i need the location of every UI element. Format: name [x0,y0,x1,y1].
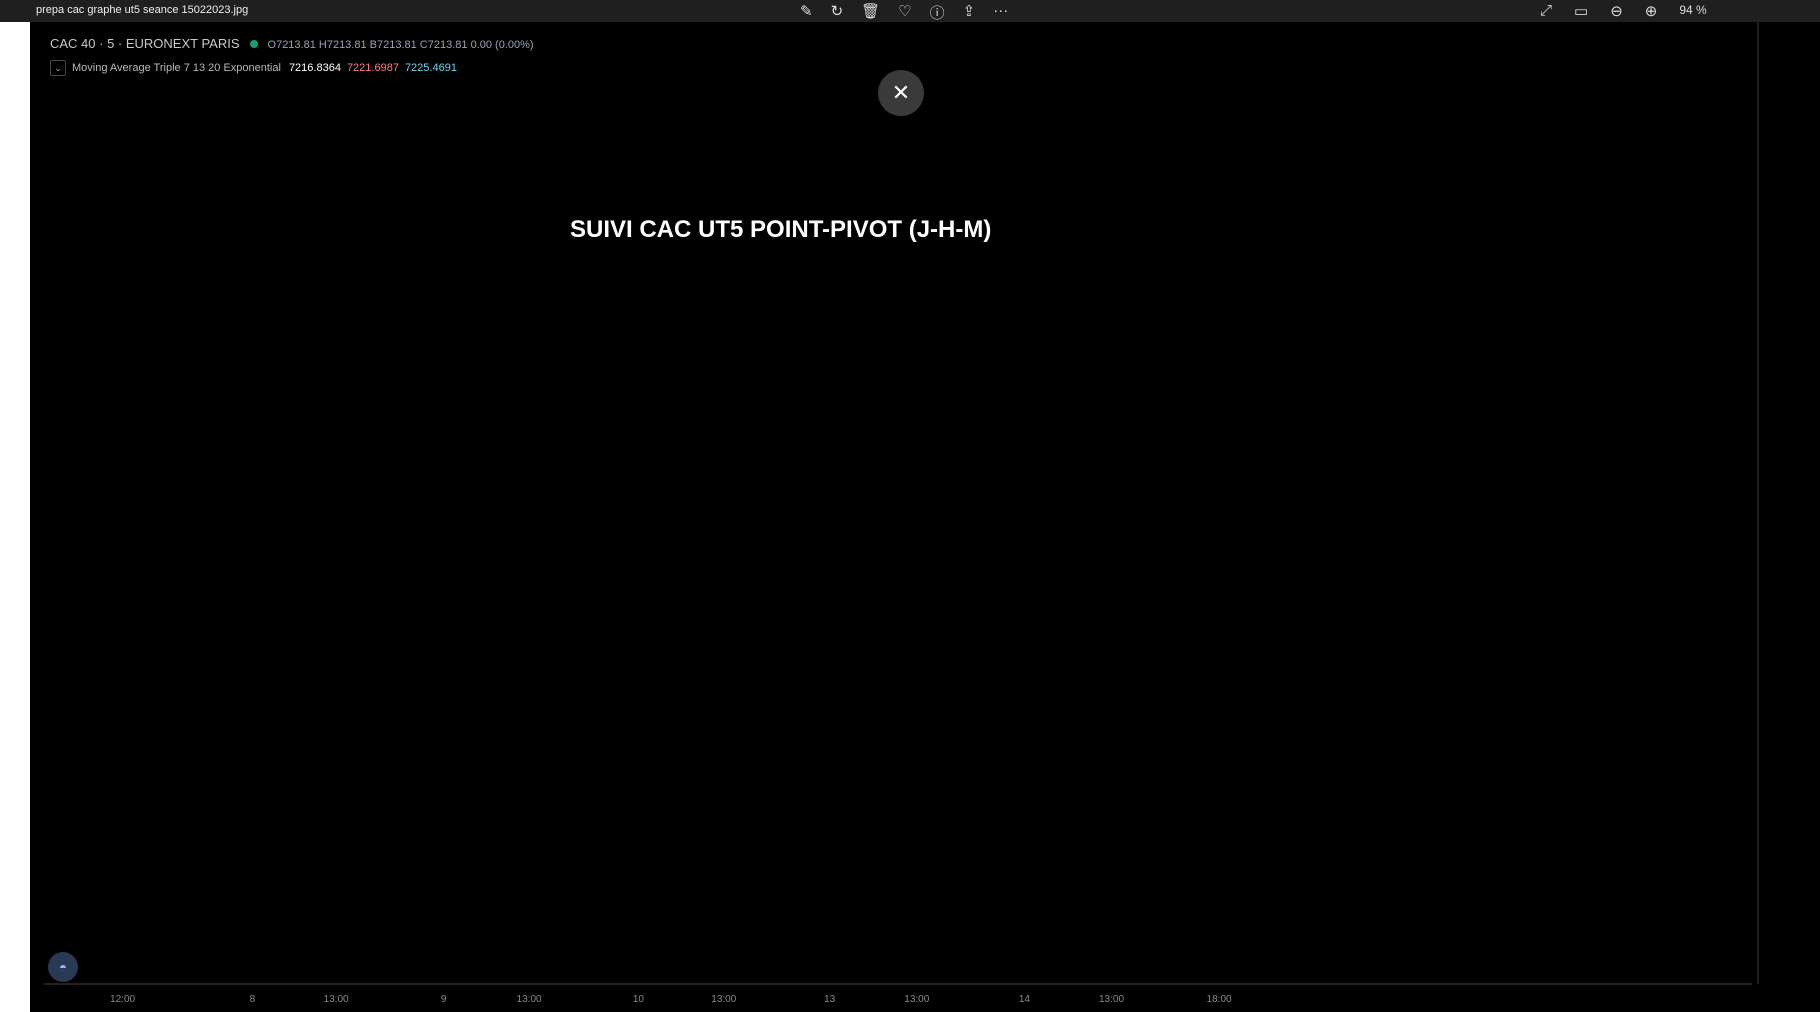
x-tick-label: 13:00 [904,994,929,1005]
x-tick-label: 8 [250,994,256,1005]
expand-icon[interactable]: ⤢ [1540,2,1552,20]
x-tick-label: 10 [633,994,645,1005]
left-margin [0,22,30,1012]
chart-title: SUIVI CAC UT5 POINT-PIVOT (J-H-M) [570,216,992,243]
delete-icon[interactable]: 🗑 [861,2,880,23]
x-tick-label: 13:00 [1099,994,1124,1005]
rotate-icon[interactable]: ↻ [831,2,844,23]
symbol-header: CAC 40 · 5 · EURONEXT PARIS O7213.81 H721… [50,36,534,51]
ma20-value: 7225.4691 [404,62,457,74]
image-viewer-toolbar: prepa cac graphe ut5 seance 15022023.jpg… [0,0,1820,22]
tradingview-logo-icon: ◓ [48,952,78,982]
x-tick-label: 13:00 [324,994,349,1005]
file-name: prepa cac graphe ut5 seance 15022023.jpg [36,4,249,16]
zoom-level: 94 % [1679,3,1707,17]
more-options-icon[interactable]: ··· [993,2,1008,23]
price-chart[interactable]: R4j 7364R3h 7363R3j 7322R2h 7295R1m 7294… [30,22,1820,1012]
chart-background [30,22,1820,1012]
info-icon[interactable]: ⓘ [930,2,945,23]
symbol-label: CAC 40 · 5 · EURONEXT PARIS [50,36,240,51]
chevron-down-icon[interactable]: ⌄ [50,60,66,76]
zoom-out-icon[interactable]: ⊖ [1610,2,1623,20]
market-status-icon [249,40,258,48]
edit-icon[interactable]: ✎ [800,2,813,23]
x-tick-label: 12:00 [110,994,135,1005]
share-icon[interactable]: ⇪ [963,2,976,23]
ma7-value: 7216.8364 [288,62,341,74]
close-icon: ✕ [891,80,911,105]
viewer-zoom-controls: ⤢ ▭ ⊖ ⊕ 94 % [1540,2,1707,20]
favorite-icon[interactable]: ♡ [898,2,911,23]
x-tick-label: 18:00 [1207,994,1232,1005]
ma13-value: 7221.6987 [346,62,399,74]
indicator-name: Moving Average Triple 7 13 20 Exponentia… [72,62,281,74]
x-tick-label: 13:00 [711,994,736,1005]
x-tick-label: 14 [1019,994,1031,1005]
actual-size-icon[interactable]: ▭ [1574,2,1588,20]
indicator-legend: ⌄ Moving Average Triple 7 13 20 Exponenti… [50,60,457,76]
close-button[interactable]: ✕ [878,70,924,116]
x-tick-label: 13 [824,994,836,1005]
x-tick-label: 13:00 [517,994,542,1005]
zoom-in-icon[interactable]: ⊕ [1645,2,1658,20]
ohlc-values: O7213.81 H7213.81 B7213.81 C7213.81 0.00… [267,39,534,51]
x-tick-label: 9 [441,994,447,1005]
viewer-actions: ✎ ↻ 🗑 ♡ ⓘ ⇪ ··· [800,2,1008,23]
